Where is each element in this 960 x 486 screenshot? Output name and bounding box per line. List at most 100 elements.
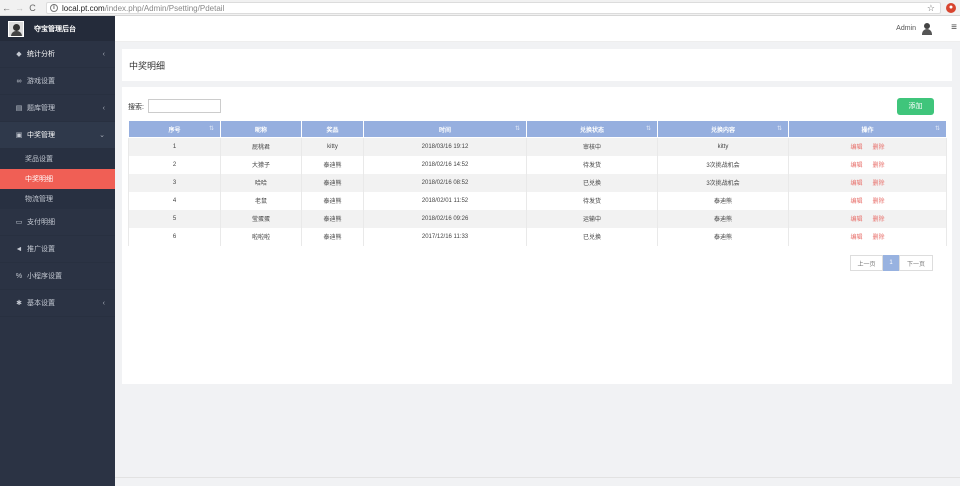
link-icon: %	[15, 272, 23, 280]
add-button[interactable]: 添加	[897, 98, 934, 115]
column-header-label: 兑换状态	[579, 127, 604, 134]
column-header-prize[interactable]: 奖品	[301, 120, 364, 138]
sidebar-subitem-winning-details[interactable]: 中奖明细	[0, 169, 115, 189]
column-header-id[interactable]: 序号 ⇅	[128, 120, 221, 138]
list-icon: ▤	[15, 105, 23, 112]
cell-time: 2017/12/16 11:33	[363, 227, 527, 246]
cell-status: 待发货	[526, 155, 658, 174]
cell-content: 泰迪熊	[657, 191, 789, 210]
back-icon[interactable]: ←	[0, 0, 13, 16]
delete-link[interactable]: 删除	[873, 199, 885, 205]
search-label: 搜索:	[128, 104, 144, 111]
sidebar-item-label: 统计分析	[27, 51, 55, 58]
cell-content: 3次挑战机会	[657, 173, 789, 192]
search-input[interactable]	[148, 99, 221, 113]
column-header-nickname[interactable]: 昵称	[220, 120, 302, 138]
address-bar[interactable]: i local.pt.com/index.php/Admin/Psetting/…	[46, 2, 941, 14]
cell-content: 泰迪熊	[657, 209, 789, 228]
prev-page-button[interactable]: 上一页	[850, 255, 883, 271]
sidebar-subitem-label: 物流管理	[25, 196, 53, 203]
reload-icon[interactable]: C	[26, 0, 39, 16]
info-icon[interactable]: i	[50, 4, 58, 12]
cell-actions: 编辑 删除	[788, 173, 947, 192]
delete-link[interactable]: 删除	[873, 145, 885, 151]
sidebar-item-statistics[interactable]: ◆ 统计分析 ‹	[0, 41, 115, 68]
edit-link[interactable]: 编辑	[850, 181, 862, 187]
sidebar-item-miniprogram[interactable]: % 小程序设置	[0, 263, 115, 290]
cell-status: 运输中	[526, 209, 658, 228]
edit-link[interactable]: 编辑	[850, 235, 862, 241]
cell-nickname: 大獴子	[220, 155, 302, 174]
cell-status: 已兑换	[526, 227, 658, 246]
cell-id: 3	[128, 173, 221, 192]
chevron-left-icon: ‹	[102, 50, 105, 58]
chevron-down-icon: ⌄	[99, 132, 105, 139]
edit-link[interactable]: 编辑	[850, 145, 862, 151]
sort-icon[interactable]: ⇅	[515, 125, 520, 132]
sidebar-item-label: 小程序设置	[27, 273, 62, 280]
sidebar-subitem-prize-settings[interactable]: 奖品设置	[0, 149, 115, 169]
app-title: 夺宝管理后台	[34, 25, 76, 33]
cell-nickname: 啦啦啦	[220, 227, 302, 246]
main-content: 中奖明细 搜索: 添加 序号 ⇅ 昵称 奖品 时间 ⇅ 兑换状态 ⇅ 兑换内容 ⇅ 操作…	[115, 42, 960, 486]
sort-icon[interactable]: ⇅	[646, 125, 651, 132]
edit-link[interactable]: 编辑	[850, 163, 862, 169]
next-page-button[interactable]: 下一页	[899, 255, 933, 271]
extension-icon[interactable]: ●	[946, 3, 956, 13]
cell-prize: 泰迪熊	[301, 173, 364, 192]
forward-icon[interactable]: →	[13, 0, 26, 16]
cell-time: 2018/02/01 11:52	[363, 191, 527, 210]
current-page-button[interactable]: 1	[883, 255, 899, 271]
delete-link[interactable]: 删除	[873, 163, 885, 169]
sidebar-item-prize-management[interactable]: ▣ 中奖管理 ⌄	[0, 122, 115, 149]
cell-status: 已兑换	[526, 173, 658, 192]
sidebar-item-question-bank[interactable]: ▤ 题库管理 ‹	[0, 95, 115, 122]
column-header-time[interactable]: 时间 ⇅	[363, 120, 527, 138]
top-header: Admin ≡	[115, 16, 960, 42]
menu-toggle-icon[interactable]: ≡	[951, 22, 957, 33]
sidebar-item-payments[interactable]: ▭ 支付明细	[0, 209, 115, 236]
column-header-content[interactable]: 兑换内容 ⇅	[657, 120, 789, 138]
sort-icon[interactable]: ⇅	[209, 125, 214, 132]
admin-username[interactable]: Admin	[896, 25, 916, 32]
chevron-left-icon: ‹	[102, 299, 105, 307]
cell-prize: 泰迪熊	[301, 191, 364, 210]
column-header-label: 兑换内容	[710, 127, 735, 134]
column-header-actions[interactable]: 操作 ⇅	[788, 120, 947, 138]
page-title: 中奖明细	[129, 61, 166, 71]
sidebar-item-basic-settings[interactable]: ✱ 基本设置 ‹	[0, 290, 115, 317]
cell-content: kitty	[657, 137, 789, 156]
delete-link[interactable]: 删除	[873, 217, 885, 223]
column-header-status[interactable]: 兑换状态 ⇅	[526, 120, 658, 138]
cell-id: 6	[128, 227, 221, 246]
footer-divider	[115, 477, 960, 478]
sidebar-item-game-settings[interactable]: ∞ 游戏设置	[0, 68, 115, 95]
cell-id: 4	[128, 191, 221, 210]
cell-prize: 泰迪熊	[301, 209, 364, 228]
delete-link[interactable]: 删除	[873, 181, 885, 187]
sort-icon[interactable]: ⇅	[777, 125, 782, 132]
sidebar-item-promotion[interactable]: ◄ 推广设置	[0, 236, 115, 263]
cell-prize: kitty	[301, 137, 364, 156]
bookmark-star-icon[interactable]: ☆	[927, 3, 935, 14]
column-header-label: 昵称	[254, 127, 267, 134]
gear-icon: ✱	[16, 300, 22, 307]
column-header-label: 操作	[861, 127, 874, 134]
cell-prize: 泰迪熊	[301, 227, 364, 246]
table-row: 3 哈哈 泰迪熊 2018/02/16 08:52 已兑换 3次挑战机会 编辑 删…	[128, 173, 947, 192]
sidebar: 夺宝管理后台 ◆ 统计分析 ‹ ∞ 游戏设置 ▤ 题库管理 ‹ ▣ 中奖管理 ⌄…	[0, 16, 115, 486]
cell-time: 2018/02/16 08:52	[363, 173, 527, 192]
sidebar-subitem-logistics[interactable]: 物流管理	[0, 189, 115, 209]
sidebar-item-label: 游戏设置	[27, 78, 55, 85]
column-header-label: 奖品	[326, 127, 339, 134]
edit-link[interactable]: 编辑	[850, 199, 862, 205]
sidebar-item-label: 推广设置	[27, 246, 55, 253]
delete-link[interactable]: 删除	[873, 235, 885, 241]
cell-content: 3次挑战机会	[657, 155, 789, 174]
cell-status: 待发货	[526, 191, 658, 210]
user-avatar-icon[interactable]	[922, 23, 932, 35]
edit-link[interactable]: 编辑	[850, 217, 862, 223]
column-header-label: 序号	[168, 127, 181, 134]
sort-icon[interactable]: ⇅	[935, 125, 940, 132]
cell-actions: 编辑 删除	[788, 227, 947, 246]
